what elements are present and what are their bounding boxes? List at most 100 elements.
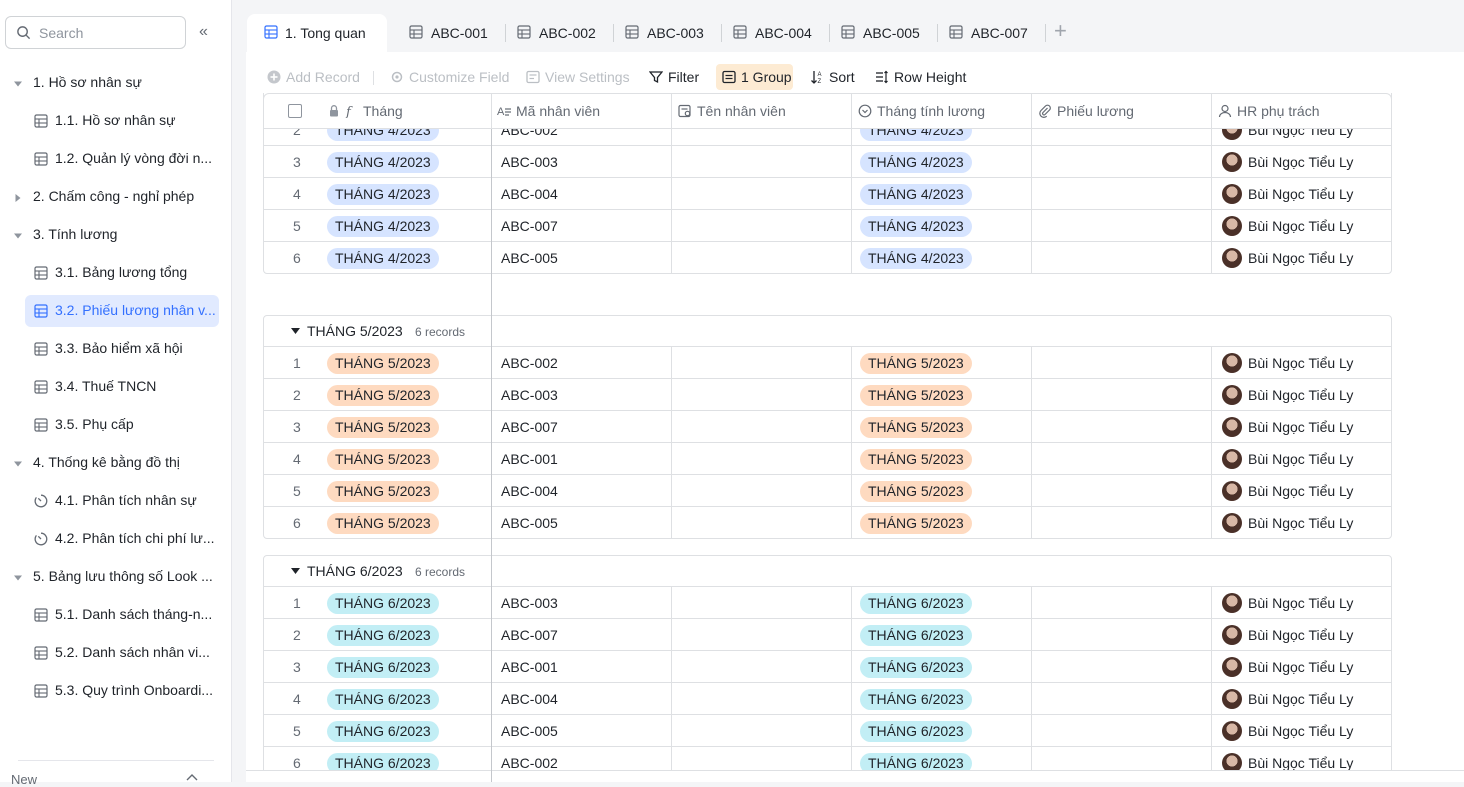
table-cell[interactable]	[672, 651, 852, 682]
table-row[interactable]: 4 THÁNG 4/2023 ABC-004 THÁNG 4/2023 Bùi Ngọc…	[264, 178, 1391, 210]
table-cell[interactable]	[1032, 619, 1212, 650]
tab-abc-001[interactable]: ABC-001	[409, 14, 499, 52]
hr-name: Bùi Ngọc Tiểu Ly	[1248, 387, 1354, 403]
sidebar-group[interactable]: 4. Thống kê bằng đồ thị	[0, 447, 232, 479]
caret-right-icon[interactable]	[12, 191, 24, 203]
column-header-phieu-luong[interactable]: Phiếu lương	[1032, 94, 1212, 128]
table-row[interactable]: 5 THÁNG 5/2023 ABC-004 THÁNG 5/2023 Bùi Ngọc…	[264, 475, 1391, 507]
month-tag: THÁNG 5/2023	[327, 513, 439, 534]
sidebar-group[interactable]: 1. Hồ sơ nhân sự	[0, 67, 232, 99]
table-cell[interactable]	[1032, 379, 1212, 410]
table-cell[interactable]	[672, 683, 852, 714]
sidebar-item[interactable]: 5.1. Danh sách tháng-n...	[0, 599, 232, 631]
collapse-sidebar-icon[interactable]: «	[199, 24, 217, 42]
table-cell[interactable]	[1032, 411, 1212, 442]
table-cell[interactable]	[672, 619, 852, 650]
sidebar-item[interactable]: 3.3. Bảo hiểm xã hội	[0, 333, 232, 365]
new-button[interactable]: New	[11, 772, 37, 787]
caret-down-icon[interactable]	[291, 327, 300, 335]
table-row[interactable]: 4 THÁNG 5/2023 ABC-001 THÁNG 5/2023 Bùi Ngọc…	[264, 443, 1391, 475]
sidebar-item[interactable]: 3.1. Bảng lương tổng	[0, 257, 232, 289]
column-header-thang-tinh-luong[interactable]: Tháng tính lương	[852, 94, 1032, 128]
table-row[interactable]: 2 THÁNG 6/2023 ABC-007 THÁNG 6/2023 Bùi Ngọc…	[264, 619, 1391, 651]
table-cell[interactable]	[1032, 146, 1212, 177]
frozen-column-divider[interactable]	[491, 129, 492, 782]
tab-abc-005[interactable]: ABC-005	[841, 14, 931, 52]
employee-code: ABC-002	[501, 355, 558, 371]
table-row[interactable]: 1 THÁNG 6/2023 ABC-003 THÁNG 6/2023 Bùi Ngọc…	[264, 587, 1391, 619]
search-input[interactable]: Search	[5, 16, 186, 49]
table-cell[interactable]	[1032, 651, 1212, 682]
table-cell[interactable]	[1032, 587, 1212, 618]
table-cell[interactable]	[672, 146, 852, 177]
caret-down-icon[interactable]	[12, 571, 24, 583]
tab-divider	[937, 24, 938, 42]
group-label: 1 Group	[741, 69, 792, 85]
table-cell[interactable]	[672, 715, 852, 746]
table-cell[interactable]	[1032, 347, 1212, 378]
table-cell[interactable]	[1032, 242, 1212, 273]
table-row[interactable]: 3 THÁNG 5/2023 ABC-007 THÁNG 5/2023 Bùi Ngọc…	[264, 411, 1391, 443]
table-cell[interactable]	[672, 347, 852, 378]
group-button[interactable]: 1 Group	[716, 64, 793, 90]
table-cell[interactable]	[1032, 475, 1212, 506]
svg-text:A: A	[497, 106, 505, 118]
lookup-field-icon	[678, 104, 691, 118]
sidebar-group[interactable]: 5. Bảng lưu thông số Look ...	[0, 561, 232, 593]
column-header-ten-nhan-vien[interactable]: Tên nhân viên	[672, 94, 852, 128]
tab-abc-002[interactable]: ABC-002	[517, 14, 607, 52]
table-cell[interactable]	[1032, 715, 1212, 746]
table-cell[interactable]	[1032, 178, 1212, 209]
caret-down-icon[interactable]	[12, 457, 24, 469]
table-cell[interactable]	[672, 178, 852, 209]
sidebar-item[interactable]: 4.2. Phân tích chi phí lư...	[0, 523, 232, 555]
sidebar-item[interactable]: 3.2. Phiếu lương nhân v...	[0, 295, 232, 327]
table-cell[interactable]	[672, 411, 852, 442]
table-row[interactable]: 6 THÁNG 5/2023 ABC-005 THÁNG 5/2023 Bùi Ngọc…	[264, 507, 1391, 539]
tab-1-tong-quan[interactable]: 1. Tong quan	[247, 14, 387, 52]
table-cell[interactable]	[672, 443, 852, 474]
column-header-hr-phu-trach[interactable]: HR phụ trách	[1212, 94, 1392, 128]
table-cell[interactable]	[1032, 210, 1212, 241]
table-row[interactable]: 5 THÁNG 4/2023 ABC-007 THÁNG 4/2023 Bùi Ngọc…	[264, 210, 1391, 242]
table-cell[interactable]	[1032, 683, 1212, 714]
caret-down-icon[interactable]	[12, 229, 24, 241]
tab-abc-003[interactable]: ABC-003	[625, 14, 715, 52]
select-all-checkbox[interactable]	[288, 104, 302, 118]
table-cell[interactable]	[672, 587, 852, 618]
table-row[interactable]: 3 THÁNG 4/2023 ABC-003 THÁNG 4/2023 Bùi Ngọc…	[264, 146, 1391, 178]
group-header[interactable]: THÁNG 6/2023 6 records	[264, 556, 1391, 587]
table-cell[interactable]	[672, 242, 852, 273]
sidebar-item[interactable]: 4.1. Phân tích nhân sự	[0, 485, 232, 517]
table-row[interactable]: 5 THÁNG 6/2023 ABC-005 THÁNG 6/2023 Bùi Ngọc…	[264, 715, 1391, 747]
sidebar-group[interactable]: 3. Tính lương	[0, 219, 232, 251]
caret-down-icon[interactable]	[291, 567, 300, 575]
sidebar-group[interactable]: 2. Chấm công - nghỉ phép	[0, 181, 232, 213]
table-row[interactable]: 4 THÁNG 6/2023 ABC-004 THÁNG 6/2023 Bùi Ngọc…	[264, 683, 1391, 715]
sidebar-item[interactable]: 5.2. Danh sách nhân vi...	[0, 637, 232, 669]
tab-abc-007[interactable]: ABC-007	[949, 14, 1039, 52]
avatar	[1222, 449, 1242, 469]
sidebar-item[interactable]: 5.3. Quy trình Onboardi...	[0, 675, 232, 707]
table-cell[interactable]	[672, 507, 852, 538]
group-header[interactable]: THÁNG 5/2023 6 records	[264, 316, 1391, 347]
table-cell[interactable]	[672, 475, 852, 506]
sidebar-item[interactable]: 1.1. Hồ sơ nhân sự	[0, 105, 232, 137]
column-header-thang[interactable]: f Tháng	[264, 94, 492, 128]
sidebar-item[interactable]: 1.2. Quản lý vòng đời n...	[0, 143, 232, 175]
table-row[interactable]: 6 THÁNG 4/2023 ABC-005 THÁNG 4/2023 Bùi Ngọc…	[264, 242, 1391, 274]
tab-abc-004[interactable]: ABC-004	[733, 14, 823, 52]
toolbar-divider	[373, 71, 374, 85]
table-cell[interactable]	[1032, 443, 1212, 474]
caret-down-icon[interactable]	[12, 77, 24, 89]
sidebar-item[interactable]: 3.4. Thuế TNCN	[0, 371, 232, 403]
table-row[interactable]: 3 THÁNG 6/2023 ABC-001 THÁNG 6/2023 Bùi Ngọc…	[264, 651, 1391, 683]
sidebar-item[interactable]: 3.5. Phụ cấp	[0, 409, 232, 441]
table-cell[interactable]	[672, 379, 852, 410]
table-row[interactable]: 1 THÁNG 5/2023 ABC-002 THÁNG 5/2023 Bùi Ngọc…	[264, 347, 1391, 379]
table-row[interactable]: 2 THÁNG 5/2023 ABC-003 THÁNG 5/2023 Bùi Ngọc…	[264, 379, 1391, 411]
table-cell[interactable]	[1032, 507, 1212, 538]
add-view-plus-icon[interactable]: +	[1054, 20, 1067, 42]
column-header-ma-nhan-vien[interactable]: A Mã nhân viên	[492, 94, 672, 128]
table-cell[interactable]	[672, 210, 852, 241]
